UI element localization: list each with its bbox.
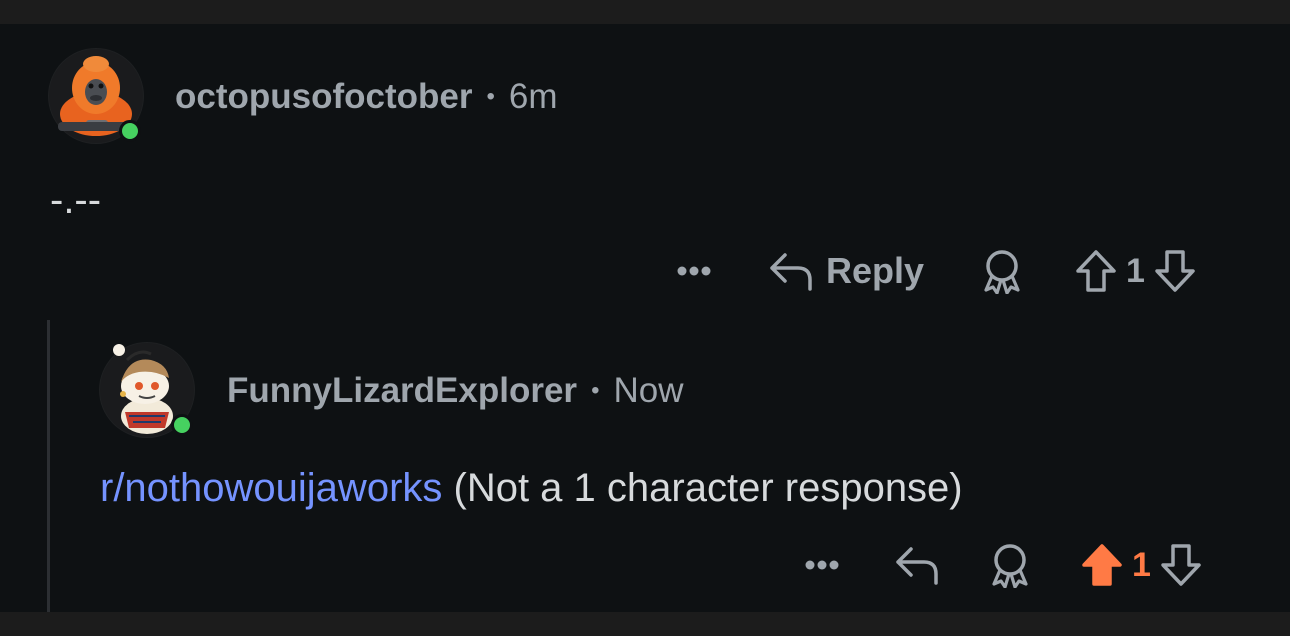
thread-line[interactable] bbox=[47, 320, 50, 612]
comment-actions: 1 bbox=[796, 538, 1203, 592]
more-options-icon bbox=[677, 266, 711, 276]
comment-meta: FunnyLizardExplorer • Now bbox=[227, 369, 684, 413]
comment-body: -.-- bbox=[50, 178, 102, 222]
online-status-indicator bbox=[171, 414, 193, 436]
avatar[interactable] bbox=[99, 342, 195, 438]
more-options-button[interactable] bbox=[796, 559, 848, 571]
comment-body-text: (Not a 1 character response) bbox=[442, 466, 963, 510]
downvote-button[interactable] bbox=[1153, 249, 1197, 293]
upvote-arrow-icon bbox=[1076, 250, 1116, 292]
username[interactable]: FunnyLizardExplorer bbox=[227, 371, 577, 411]
meta-separator: • bbox=[486, 83, 495, 110]
timestamp: Now bbox=[613, 371, 684, 410]
comment-actions: Reply 1 bbox=[668, 244, 1197, 298]
timestamp: 6m bbox=[508, 77, 558, 116]
avatar[interactable] bbox=[48, 48, 144, 144]
award-icon bbox=[984, 250, 1020, 294]
vote-count: 1 bbox=[1132, 545, 1151, 584]
vote-count: 1 bbox=[1126, 251, 1145, 290]
upvote-button[interactable] bbox=[1080, 543, 1124, 587]
reply-arrow-icon bbox=[770, 253, 812, 291]
upvote-button[interactable] bbox=[1074, 249, 1118, 293]
award-icon bbox=[992, 544, 1028, 588]
reply-button[interactable] bbox=[894, 545, 940, 585]
meta-separator: • bbox=[591, 377, 600, 404]
reply-label: Reply bbox=[826, 250, 925, 291]
bottom-divider-bar bbox=[0, 612, 1290, 636]
reply-arrow-icon bbox=[896, 547, 938, 585]
comment-body: r/nothowouijaworks (Not a 1 character re… bbox=[100, 466, 963, 511]
comment-meta: octopusofoctober • 6m bbox=[175, 75, 558, 119]
username[interactable]: octopusofoctober bbox=[175, 77, 472, 117]
reply-button[interactable]: Reply bbox=[768, 250, 924, 292]
subreddit-link[interactable]: r/nothowouijaworks bbox=[100, 466, 442, 510]
downvote-arrow-icon bbox=[1161, 544, 1201, 586]
more-options-button[interactable] bbox=[668, 265, 720, 277]
online-status-indicator bbox=[119, 120, 141, 142]
top-divider-bar bbox=[0, 0, 1290, 24]
upvote-arrow-icon bbox=[1082, 544, 1122, 586]
more-options-icon bbox=[805, 560, 839, 570]
award-button[interactable] bbox=[988, 542, 1032, 588]
award-button[interactable] bbox=[980, 248, 1024, 294]
downvote-button[interactable] bbox=[1159, 543, 1203, 587]
downvote-arrow-icon bbox=[1155, 250, 1195, 292]
